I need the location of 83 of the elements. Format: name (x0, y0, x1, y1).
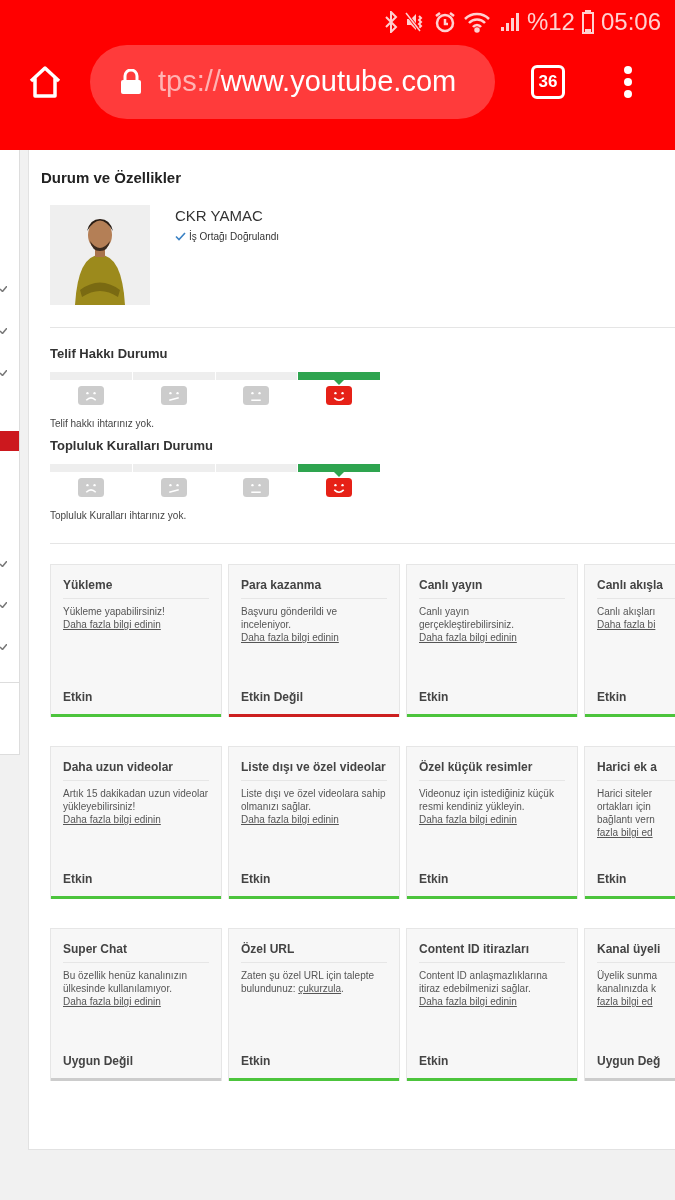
happy-face-icon (326, 478, 353, 497)
card-title: Canlı akışla (597, 577, 675, 599)
card-title: Özel küçük resimler (419, 759, 565, 781)
verified-label: İş Ortağı Doğrulandı (189, 229, 280, 244)
card-description: Başvuru gönderildi ve inceleniyor. Daha fazla bilgi edinin (241, 605, 340, 644)
check-icon (0, 370, 7, 376)
check-icon (0, 328, 7, 334)
check-icon (0, 602, 7, 608)
card-status: Etkin (63, 871, 94, 888)
card-title: Yükleme (63, 577, 209, 599)
learn-more-link[interactable]: Daha fazla bi (597, 618, 675, 631)
card-status: Etkin (597, 689, 628, 706)
card-description: ortakları için (597, 800, 652, 813)
tab-switcher[interactable]: 36 (531, 65, 565, 99)
learn-more-link[interactable]: Daha fazla bilgi edinin (419, 632, 517, 643)
check-icon (175, 232, 186, 241)
card-description: bağlantı vern (597, 813, 656, 826)
channel-name: CKR YAMAC (175, 207, 264, 225)
card-title: Daha uzun videolar (63, 759, 209, 781)
card-description: Bu özellik henüz kanalınızın ülkesinde kullanılamıyor. Daha fazla bilgi edinin (63, 969, 188, 1008)
card-description: Videonuz için istediğiniz küçük resmi kendiniz yükleyin. Daha fazla bilgi edinin (419, 787, 555, 826)
home-icon[interactable] (28, 65, 62, 99)
learn-more-link[interactable]: Daha fazla bilgi edinin (419, 814, 517, 825)
menu-icon[interactable] (623, 66, 633, 98)
card-title: Super Chat (63, 941, 209, 963)
card-description: Liste dışı ve özel videolara sahip olmanızı sağlar. Daha fazla bilgi edinin (241, 787, 387, 826)
clock-time: 05:06 (600, 10, 661, 34)
bluetooth-icon (383, 11, 398, 33)
unsure-face-icon (160, 478, 187, 497)
sad-face-icon (77, 386, 104, 405)
card-status: Etkin (63, 689, 94, 706)
learn-more-link[interactable]: Daha fazla bilgi edinin (419, 996, 517, 1007)
card-title: Kanal üyeli (597, 941, 675, 963)
page-title: Durum ve Özellikler (41, 168, 183, 188)
learn-more-link[interactable]: Daha fazla bilgi edinin (63, 619, 161, 630)
section-title: Topluluk Kuralları Durumu (50, 437, 214, 455)
check-icon (0, 644, 7, 650)
happy-face-icon (326, 386, 353, 405)
learn-more-link[interactable]: Daha fazla bilgi edinin (63, 814, 161, 825)
card-title: Canlı yayın (419, 577, 565, 599)
learn-more-link[interactable]: fazla bilgi ed (597, 826, 675, 839)
status-message: Topluluk Kuralları ihtarınız yok. (50, 509, 188, 523)
card-title: Özel URL (241, 941, 387, 963)
card-description: Canlı akışları (597, 605, 657, 618)
status-message: Telif hakkı ihtarınız yok. (50, 417, 155, 431)
card-description: Canlı yayın gerçekleştirebilirsiniz. Daha fazla bilgi edinin (419, 605, 518, 644)
unsure-face-icon (160, 386, 187, 405)
neutral-face-icon (243, 386, 270, 405)
card-description: Zaten şu özel URL için talepte bulundunuz: çukurzula. (241, 969, 376, 995)
card-status: Etkin (419, 689, 450, 706)
battery-percent: %12 (526, 10, 575, 34)
card-status: Etkin (419, 1053, 450, 1070)
signal-icon (499, 11, 520, 33)
learn-more-link[interactable]: Daha fazla bilgi edinin (63, 996, 161, 1007)
card-status: Etkin (241, 1053, 272, 1070)
check-icon (0, 561, 7, 567)
card-status: Etkin Değil (241, 689, 304, 706)
card-title: Liste dışı ve özel videolar (241, 759, 387, 781)
card-title: Harici ek a (597, 759, 675, 781)
card-status: Uygun Değ (597, 1053, 662, 1070)
card-description: Harici siteler (597, 787, 653, 800)
card-description: Content ID anlaşmazlıklarına itiraz edebilmenizi sağlar. Daha fazla bilgi edinin (419, 969, 549, 1008)
learn-more-link[interactable]: fazla bilgi ed (597, 995, 675, 1008)
card-description: Artık 15 dakikadan uzun videolar yükleyebilirsiniz! Daha fazla bilgi edinin (63, 787, 209, 826)
learn-more-link[interactable]: Daha fazla bilgi edinin (241, 632, 339, 643)
alarm-clock-icon (433, 11, 456, 33)
card-title: Para kazanma (241, 577, 387, 599)
card-description: Üyelik sunma (597, 969, 659, 982)
learn-more-link[interactable]: Daha fazla bilgi edinin (241, 814, 339, 825)
card-description: Yükleme yapabilirsiniz! Daha fazla bilgi edinin (63, 605, 166, 631)
sad-face-icon (77, 478, 104, 497)
section-title: Telif Hakkı Durumu (50, 345, 169, 363)
card-title: Content ID itirazları (419, 941, 565, 963)
battery-icon (581, 10, 594, 34)
check-icon (0, 286, 7, 292)
lock-icon (120, 69, 142, 95)
card-description: kanalınızda k (597, 982, 657, 995)
card-status: Etkin (241, 871, 272, 888)
neutral-face-icon (243, 478, 270, 497)
card-status: Etkin (597, 871, 628, 888)
card-status: Etkin (419, 871, 450, 888)
address-bar[interactable]: tps://www.youtube.com (90, 45, 495, 119)
card-status: Uygun Değil (63, 1053, 134, 1070)
